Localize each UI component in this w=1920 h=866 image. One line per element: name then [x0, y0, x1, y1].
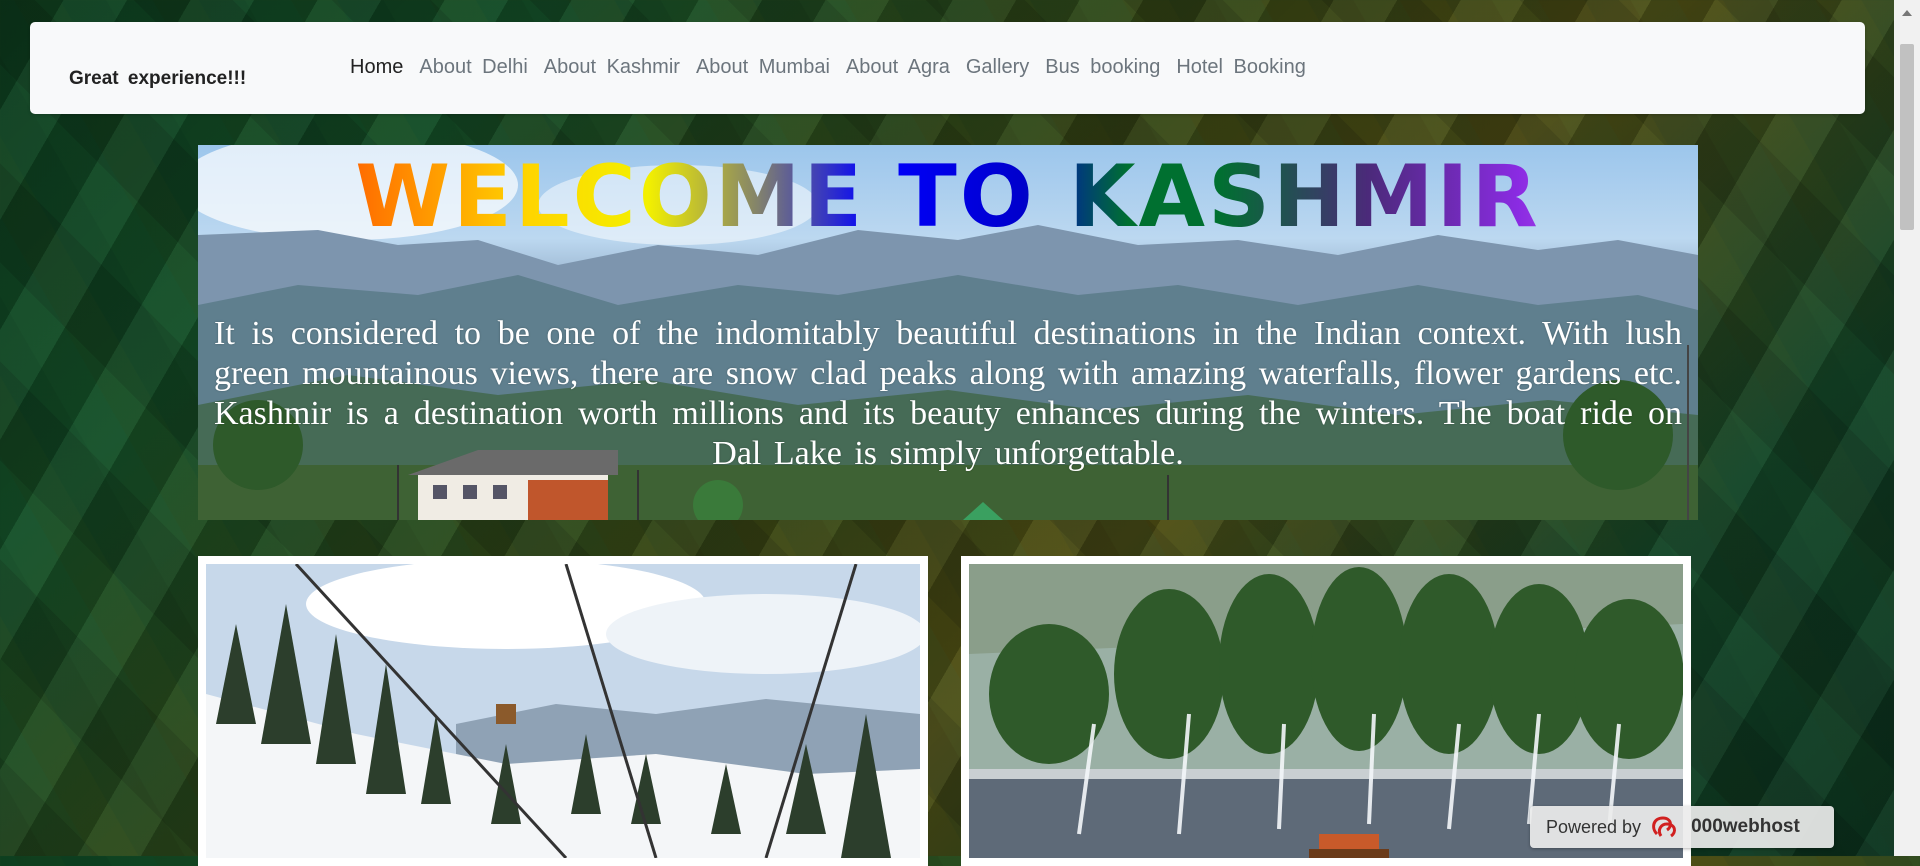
badge-prefix: Powered by [1546, 816, 1642, 837]
powered-by-badge[interactable]: Powered by 000webhost [1530, 806, 1834, 848]
nav-link-bus-booking[interactable]: Bus booking [1045, 56, 1160, 79]
scroll-up-arrow-icon[interactable] [1902, 10, 1912, 16]
badge-brand: 000webhost [1691, 816, 1800, 837]
snow-gondola-image [206, 564, 920, 858]
nav-link-home[interactable]: Home [350, 56, 403, 79]
hero-banner: WELCOME TO KASHMIR It is considered to b… [198, 145, 1698, 520]
nav-links: Home About Delhi About Kashmir About Mum… [350, 56, 1322, 79]
webhost-logo-icon [1652, 816, 1677, 838]
nav-link-about-agra[interactable]: About Agra [846, 56, 950, 79]
hero-description: It is considered to be one of the indomi… [214, 315, 1682, 472]
scroll-thumb[interactable] [1900, 44, 1914, 230]
nav-link-about-mumbai[interactable]: About Mumbai [696, 56, 830, 79]
vertical-scrollbar[interactable] [1894, 0, 1920, 856]
nav-link-gallery[interactable]: Gallery [966, 56, 1029, 79]
nav-link-about-kashmir[interactable]: About Kashmir [544, 56, 680, 79]
gallery-card-snow[interactable] [198, 556, 928, 866]
nav-link-about-delhi[interactable]: About Delhi [419, 56, 527, 79]
navbar-brand[interactable]: Great experience!!! [69, 68, 246, 90]
navbar: Great experience!!! Home About Delhi Abo… [30, 22, 1865, 114]
hero-title: WELCOME TO KASHMIR [198, 147, 1698, 247]
nav-link-hotel-booking[interactable]: Hotel Booking [1176, 56, 1306, 79]
